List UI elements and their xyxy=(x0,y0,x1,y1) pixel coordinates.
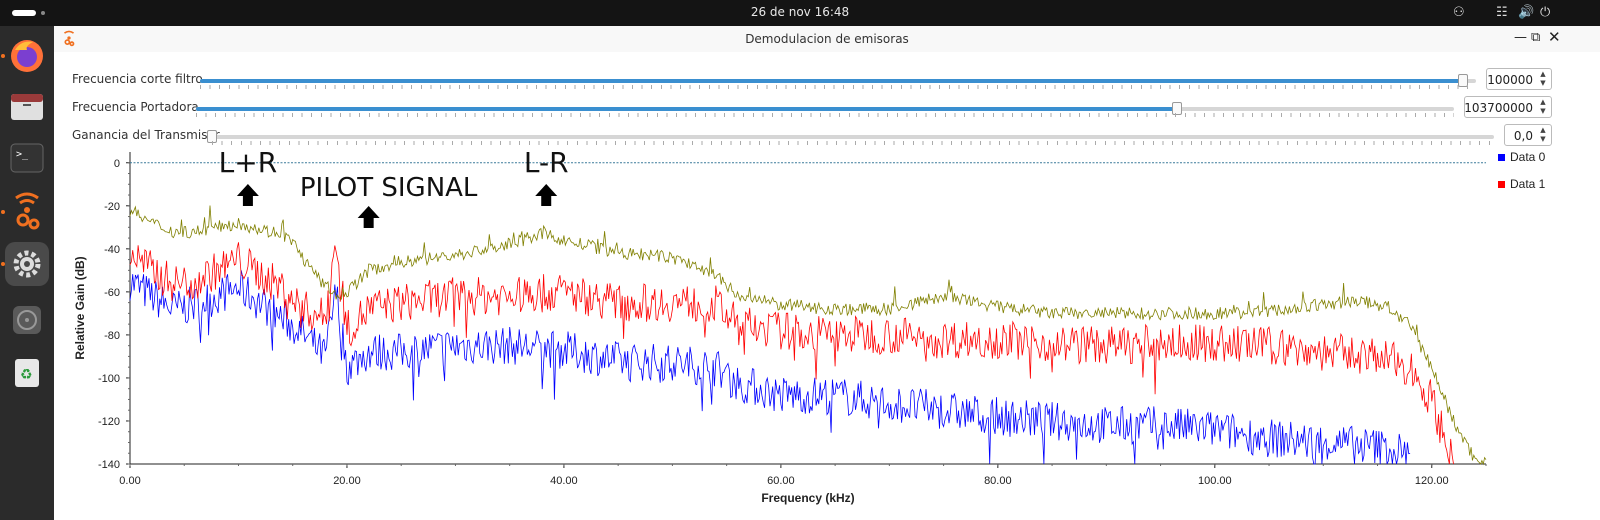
filter-cutoff-slider[interactable] xyxy=(200,74,1476,87)
app-window: Demodulacion de emisoras — ⧉ ✕ Frecuenci… xyxy=(54,26,1600,520)
carrier-frequency-label: Frecuencia Portadora xyxy=(72,100,199,114)
annotation-label: L-R xyxy=(524,148,569,179)
svg-text:♻: ♻ xyxy=(20,367,33,383)
y-axis-label: Relative Gain (dB) xyxy=(73,256,87,359)
filter-cutoff-slider-fill xyxy=(200,79,1464,83)
x-tick-label: 100.00 xyxy=(1198,475,1232,487)
maximize-icon[interactable]: ⧉ xyxy=(1531,30,1540,45)
accessibility-icon[interactable]: ⚇ xyxy=(1453,5,1465,20)
x-axis-label: Frequency (kHz) xyxy=(761,491,854,505)
annotation-label: PILOT SIGNAL xyxy=(300,173,478,203)
frequency-plot[interactable]: 0 -20 -40 -60 -80 -100 -120 -140 0.00 20.00 40.00 6… xyxy=(54,148,1600,520)
y-tick-label: -120 xyxy=(98,416,120,428)
files-icon[interactable] xyxy=(5,84,49,128)
settings-icon[interactable] xyxy=(5,242,49,286)
carrier-frequency-slider-fill xyxy=(196,107,1178,111)
x-tick-label: 20.00 xyxy=(333,475,361,487)
legend-swatch xyxy=(1498,154,1505,161)
x-tick-label: 80.00 xyxy=(984,475,1012,487)
carrier-frequency-slider[interactable] xyxy=(196,102,1454,115)
spin-arrows-icon[interactable]: ▲ ▼ xyxy=(1537,70,1549,88)
window-title: Demodulacion de emisoras xyxy=(745,32,909,46)
x-tick-label: 0.00 xyxy=(119,475,140,487)
x-tick-label: 60.00 xyxy=(767,475,795,487)
filter-cutoff-spinbox[interactable]: 100000 ▲ ▼ xyxy=(1486,68,1552,90)
volume-icon[interactable]: 🔊 xyxy=(1518,5,1534,20)
y-tick-label: -140 xyxy=(98,459,120,471)
spin-arrows-icon[interactable]: ▲ ▼ xyxy=(1537,126,1549,144)
terminal-icon[interactable]: >_ xyxy=(5,136,49,180)
slider-ticks xyxy=(196,113,1454,117)
disc-icon[interactable] xyxy=(5,298,49,342)
transmitter-gain-control: Ganancia del Transmisor 0,0 ▲ ▼ xyxy=(54,124,1600,148)
transmitter-gain-value: 0,0 xyxy=(1513,129,1533,143)
spin-arrows-icon[interactable]: ▲ ▼ xyxy=(1537,98,1549,116)
x-tick-label: 120.00 xyxy=(1415,475,1449,487)
y-tick-label: -60 xyxy=(104,287,120,299)
trash-icon[interactable]: ♻ xyxy=(5,350,49,394)
y-tick-label: -80 xyxy=(104,330,120,342)
dock: >_ ♻ xyxy=(0,26,54,520)
title-bar: Demodulacion de emisoras — ⧉ ✕ xyxy=(54,26,1600,52)
filter-cutoff-label: Frecuencia corte filtro xyxy=(72,72,203,86)
close-icon[interactable]: ✕ xyxy=(1548,28,1561,46)
clock[interactable]: 26 de nov 16:48 xyxy=(0,5,1600,19)
slider-ticks xyxy=(200,85,1476,89)
carrier-frequency-control: Frecuencia Portadora 103700000 ▲ ▼ xyxy=(54,96,1600,120)
transmitter-gain-spinbox[interactable]: 0,0 ▲ ▼ xyxy=(1504,124,1552,146)
filter-cutoff-control: Frecuencia corte filtro 100000 ▲ ▼ xyxy=(54,68,1600,92)
firefox-icon[interactable] xyxy=(5,34,49,78)
carrier-frequency-value: 103700000 xyxy=(1464,101,1533,115)
transmitter-gain-slider[interactable] xyxy=(207,130,1494,143)
legend-label: Data 0 xyxy=(1510,150,1546,164)
y-tick-label: -20 xyxy=(104,201,120,213)
annotation-label: L+R xyxy=(219,148,278,179)
y-tick-label: -40 xyxy=(104,244,120,256)
filter-cutoff-value: 100000 xyxy=(1487,73,1533,87)
legend-label: Data 1 xyxy=(1510,177,1546,191)
x-tick-label: 40.00 xyxy=(550,475,578,487)
gnuradio-icon[interactable] xyxy=(5,188,49,232)
legend-swatch xyxy=(1498,181,1505,188)
network-icon[interactable]: ☷ xyxy=(1496,5,1508,20)
slider-ticks xyxy=(212,141,1494,145)
carrier-frequency-spinbox[interactable]: 103700000 ▲ ▼ xyxy=(1464,96,1552,118)
minimize-icon[interactable]: — xyxy=(1514,30,1527,45)
power-icon[interactable]: ⏻ xyxy=(1540,5,1550,20)
system-top-bar: 26 de nov 16:48 ⚇ ☷ 🔊 ⏻ xyxy=(0,0,1600,26)
y-tick-label: 0 xyxy=(114,158,120,170)
transmitter-gain-label: Ganancia del Transmisor xyxy=(72,128,220,142)
svg-text:>_: >_ xyxy=(16,149,29,160)
y-tick-label: -100 xyxy=(98,373,120,385)
